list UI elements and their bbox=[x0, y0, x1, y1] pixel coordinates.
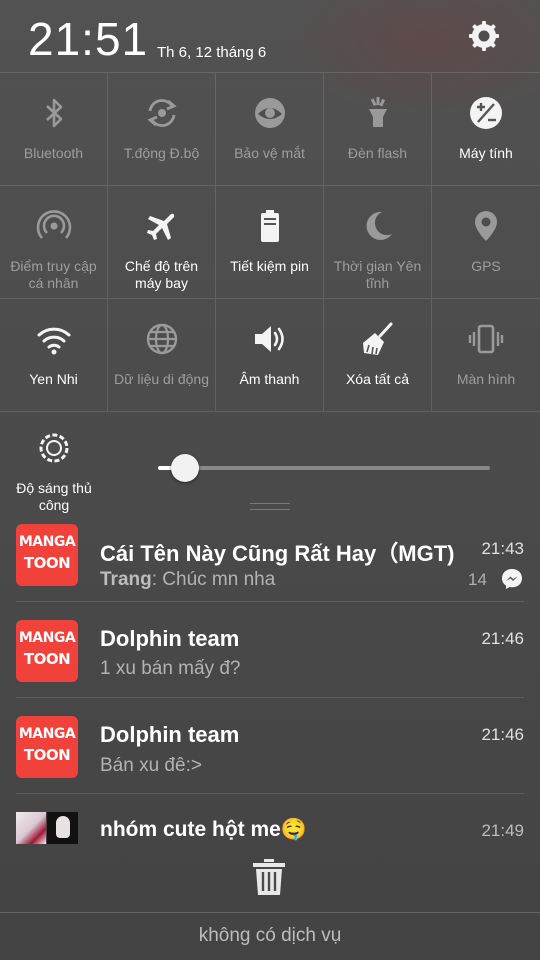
mangatoon-app-icon: MANGA TOON bbox=[16, 620, 78, 682]
app-icon-text: MANGA bbox=[18, 630, 76, 646]
tile-airplane-mode[interactable]: Chế độ trên máy bay bbox=[108, 186, 216, 299]
moon-icon bbox=[366, 211, 392, 240]
tile-bluetooth[interactable]: Bluetooth bbox=[0, 73, 108, 186]
airplane-icon bbox=[147, 213, 175, 240]
notification-title: Dolphin team bbox=[100, 626, 240, 651]
location-pin-icon bbox=[475, 211, 497, 241]
vibrate-icon bbox=[468, 324, 504, 354]
tile-auto-sync[interactable]: T.động Đ.bộ bbox=[108, 73, 216, 186]
tile-label: Màn hình bbox=[456, 371, 516, 387]
notification-time: 21:46 bbox=[481, 629, 524, 648]
group-avatar bbox=[16, 812, 78, 844]
tile-mobile-data[interactable]: Dữ liệu di động bbox=[108, 299, 216, 412]
app-icon-text: TOON bbox=[23, 746, 71, 764]
tile-battery-saver[interactable]: Tiết kiệm pin bbox=[216, 186, 324, 299]
notification-time: 21:46 bbox=[481, 725, 524, 744]
tile-label: Tiết kiệm pin bbox=[230, 258, 309, 274]
tile-label: GPS bbox=[471, 258, 501, 274]
tile-label: Điểm truy cập cá nhân bbox=[10, 258, 97, 291]
tile-label: Bluetooth bbox=[23, 145, 84, 161]
tile-label: T.động Đ.bộ bbox=[123, 145, 200, 161]
notification-text: Bán xu đê:> bbox=[100, 755, 202, 776]
notification-title: Dolphin team bbox=[100, 722, 240, 747]
tile-label: Xóa tất cả bbox=[345, 371, 410, 387]
carrier-status-bar: không có dịch vụ bbox=[0, 912, 540, 960]
notification-list: MANGA TOON Cái Tên Này Cũng Rất Hay（MGT)… bbox=[0, 524, 540, 854]
notification-item[interactable]: nhóm cute hột me🤤 21:49 bbox=[0, 794, 540, 854]
notification-item[interactable]: MANGA TOON Dolphin team Bán xu đê:> 21:4… bbox=[0, 698, 540, 794]
notification-item[interactable]: MANGA TOON Cái Tên Này Cũng Rất Hay（MGT)… bbox=[0, 524, 540, 602]
drag-handle[interactable] bbox=[250, 503, 290, 510]
clock: 21:51 bbox=[28, 13, 149, 65]
app-icon-text: TOON bbox=[23, 554, 71, 572]
broom-icon bbox=[363, 322, 393, 355]
mangatoon-app-icon: MANGA TOON bbox=[16, 716, 78, 778]
tile-label: Đèn flash bbox=[347, 145, 408, 161]
trash-icon[interactable] bbox=[251, 858, 287, 896]
tile-wifi[interactable]: Yen Nhi bbox=[0, 299, 108, 412]
tile-quiet-time[interactable]: Thời gian Yên tĩnh bbox=[324, 186, 432, 299]
carrier-status-text: không có dịch vụ bbox=[198, 925, 342, 946]
tile-label: Âm thanh bbox=[239, 371, 300, 387]
tile-clear-all[interactable]: Xóa tất cả bbox=[324, 299, 432, 412]
status-header: 21:51 Th 6, 12 tháng 6 bbox=[0, 0, 540, 74]
eye-icon bbox=[255, 98, 285, 128]
message-count: 14 bbox=[468, 570, 487, 589]
app-icon-text: TOON bbox=[23, 650, 71, 668]
tile-hotspot[interactable]: Điểm truy cập cá nhân bbox=[0, 186, 108, 299]
calculator-icon bbox=[470, 97, 502, 129]
tile-label: Máy tính bbox=[459, 145, 513, 161]
flashlight-icon bbox=[369, 97, 387, 127]
app-icon-text: MANGA bbox=[18, 726, 76, 742]
notification-shade: 21:51 Th 6, 12 tháng 6 Bluetooth T.động … bbox=[0, 0, 540, 960]
date: Th 6, 12 tháng 6 bbox=[157, 44, 267, 61]
battery-icon bbox=[261, 210, 279, 242]
notification-time: 21:43 bbox=[481, 539, 524, 558]
tile-screen[interactable]: Màn hình bbox=[432, 299, 540, 412]
tile-eye-protection[interactable]: Bảo vệ mắt bbox=[216, 73, 324, 186]
app-icon-text: MANGA bbox=[18, 534, 76, 550]
brightness-sun-icon[interactable] bbox=[36, 430, 72, 466]
notification-item[interactable]: MANGA TOON Dolphin team 1 xu bán mấy đ? … bbox=[0, 602, 540, 698]
speaker-icon bbox=[255, 326, 284, 352]
notification-message: : Chúc mn nha bbox=[151, 569, 276, 590]
mangatoon-app-icon: MANGA TOON bbox=[16, 524, 78, 586]
brightness-mode-label: Độ sáng thủ công bbox=[16, 480, 92, 513]
sync-icon bbox=[147, 99, 177, 127]
settings-gear-icon[interactable] bbox=[466, 18, 502, 54]
tile-label: Bảo vệ mắt bbox=[234, 145, 305, 161]
tile-gps[interactable]: GPS bbox=[432, 186, 540, 299]
tile-label: Yen Nhi bbox=[29, 371, 78, 387]
avatar bbox=[47, 812, 78, 844]
tile-calculator[interactable]: Máy tính bbox=[432, 73, 540, 186]
hotspot-icon bbox=[36, 210, 72, 239]
brightness-slider[interactable] bbox=[158, 466, 490, 470]
notification-text: Trang: Chúc mn nha bbox=[100, 569, 275, 591]
notification-title: nhóm cute hột me🤤 bbox=[100, 818, 307, 841]
notification-title: Cái Tên Này Cũng Rất Hay（MGT) bbox=[100, 541, 455, 566]
avatar bbox=[16, 812, 46, 844]
tile-flashlight[interactable]: Đèn flash bbox=[324, 73, 432, 186]
tile-sound[interactable]: Âm thanh bbox=[216, 299, 324, 412]
brightness-slider-thumb[interactable] bbox=[170, 454, 199, 482]
tile-label: Thời gian Yên tĩnh bbox=[333, 258, 422, 291]
messenger-icon bbox=[502, 569, 522, 589]
wifi-icon bbox=[37, 327, 71, 355]
tile-label: Dữ liệu di động bbox=[114, 371, 209, 387]
notification-sender: Trang bbox=[100, 569, 152, 590]
globe-icon bbox=[146, 323, 178, 355]
notification-text: 1 xu bán mấy đ? bbox=[100, 658, 241, 679]
quick-settings-grid: Bluetooth T.động Đ.bộ Bảo vệ mắt Đèn fla… bbox=[0, 72, 540, 412]
bluetooth-icon bbox=[46, 98, 63, 128]
tile-label: Chế độ trên máy bay bbox=[124, 258, 199, 291]
notification-time: 21:49 bbox=[481, 821, 524, 840]
